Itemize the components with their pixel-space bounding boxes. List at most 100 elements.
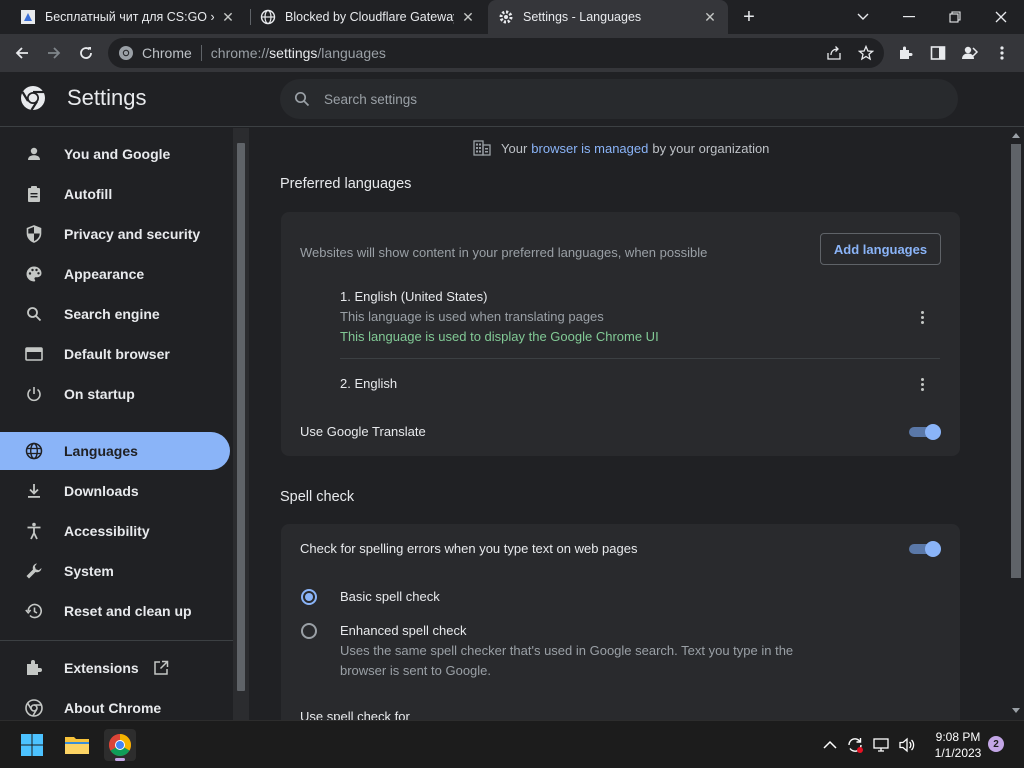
bookmark-button[interactable] bbox=[852, 39, 880, 67]
scroll-up-icon[interactable] bbox=[1008, 128, 1024, 142]
more-actions-button[interactable] bbox=[912, 307, 932, 327]
settings-sidebar: You and Google Autofill Privacy and secu… bbox=[0, 128, 233, 720]
windows-taskbar: 9:08 PM 1/1/2023 bbox=[0, 720, 1024, 768]
sidebar-item-label: You and Google bbox=[64, 146, 171, 162]
tab-title: Blocked by Cloudflare Gateway bbox=[285, 10, 454, 24]
star-icon bbox=[858, 45, 874, 61]
sidebar-item-about[interactable]: About Chrome bbox=[0, 689, 230, 720]
clipboard-icon bbox=[24, 184, 44, 204]
sidebar-item-label: Privacy and security bbox=[64, 226, 201, 242]
share-button[interactable] bbox=[820, 39, 848, 67]
enhanced-spell-check-radio[interactable] bbox=[301, 623, 317, 639]
url-path: /languages bbox=[317, 45, 386, 61]
notification-badge[interactable]: 2 bbox=[988, 736, 1004, 752]
tab-title: Бесплатный чит для CS:GO » AU bbox=[45, 10, 214, 24]
search-input[interactable] bbox=[324, 91, 884, 107]
spell-check-toggle[interactable] bbox=[909, 541, 941, 557]
close-icon[interactable]: ✕ bbox=[702, 9, 718, 25]
tab-settings-languages[interactable]: Settings - Languages ✕ bbox=[488, 0, 728, 34]
close-icon[interactable]: ✕ bbox=[460, 9, 476, 25]
sidebar-item-label: Reset and clean up bbox=[64, 603, 192, 619]
reload-button[interactable] bbox=[72, 39, 100, 67]
sidebar-item-you-and-google[interactable]: You and Google bbox=[0, 135, 230, 173]
sidebar-scrollbar-thumb[interactable] bbox=[237, 143, 245, 691]
add-languages-button[interactable]: Add languages bbox=[820, 233, 941, 265]
sidebar-item-label: About Chrome bbox=[64, 700, 162, 716]
basic-spell-check-label: Basic spell check bbox=[340, 589, 440, 604]
minimize-button[interactable] bbox=[886, 0, 932, 34]
sidebar-item-label: Search engine bbox=[64, 306, 160, 322]
spell-check-card: Check for spelling errors when you type … bbox=[281, 524, 960, 720]
clock-time: 9:08 PM bbox=[935, 730, 981, 744]
main-scrollbar-thumb[interactable] bbox=[1011, 144, 1021, 578]
close-icon[interactable]: ✕ bbox=[220, 9, 236, 25]
tray-overflow-button[interactable] bbox=[820, 729, 840, 761]
share-icon bbox=[827, 46, 841, 60]
tab-cheat-site[interactable]: Бесплатный чит для CS:GO » AU ✕ bbox=[10, 0, 246, 34]
sidebar-item-default-browser[interactable]: Default browser bbox=[0, 335, 230, 373]
windows-start-button[interactable] bbox=[16, 729, 48, 761]
language-name: 2. English bbox=[340, 376, 398, 391]
settings-header: Settings bbox=[0, 72, 1024, 127]
reload-icon bbox=[80, 47, 92, 59]
page-title: Settings bbox=[67, 85, 147, 110]
clock-date: 1/1/2023 bbox=[934, 746, 982, 760]
chrome-icon bbox=[119, 46, 133, 60]
managed-link[interactable]: browser is managed bbox=[531, 141, 648, 156]
browser-toolbar: Chrome chrome://settings/languages bbox=[0, 34, 1024, 72]
profile-button[interactable] bbox=[956, 39, 984, 67]
basic-spell-check-radio[interactable] bbox=[301, 589, 317, 605]
tab-cloudflare[interactable]: Blocked by Cloudflare Gateway ✕ bbox=[250, 0, 486, 34]
sidebar-item-accessibility[interactable]: Accessibility bbox=[0, 512, 230, 550]
sidebar-item-appearance[interactable]: Appearance bbox=[0, 255, 230, 293]
google-translate-label: Use Google Translate bbox=[300, 424, 426, 439]
profile-icon bbox=[962, 46, 979, 59]
menu-button[interactable] bbox=[988, 39, 1016, 67]
sidebar-item-search-engine[interactable]: Search engine bbox=[0, 295, 230, 333]
sidebar-item-label: On startup bbox=[64, 386, 135, 402]
wrench-icon bbox=[24, 561, 44, 581]
new-tab-button[interactable]: + bbox=[738, 6, 760, 28]
volume-tray-button[interactable] bbox=[896, 729, 918, 761]
restore-button[interactable] bbox=[932, 0, 978, 34]
minimize-icon bbox=[903, 16, 915, 18]
close-window-button[interactable] bbox=[978, 0, 1024, 34]
power-icon bbox=[24, 384, 44, 404]
sidebar-item-extensions[interactable]: Extensions bbox=[0, 649, 230, 687]
sync-tray-button[interactable] bbox=[844, 729, 866, 761]
more-actions-button[interactable] bbox=[912, 374, 932, 394]
back-button[interactable] bbox=[8, 39, 36, 67]
download-icon bbox=[24, 481, 44, 501]
search-icon bbox=[294, 91, 310, 107]
kebab-menu-icon bbox=[1000, 46, 1004, 60]
settings-search[interactable] bbox=[280, 79, 958, 119]
address-bar[interactable]: Chrome chrome://settings/languages bbox=[108, 38, 884, 68]
forward-button[interactable] bbox=[40, 39, 68, 67]
sidebar-item-autofill[interactable]: Autofill bbox=[0, 175, 230, 213]
preferred-languages-card: Websites will show content in your prefe… bbox=[281, 212, 960, 456]
language-ui-note: This language is used to display the Goo… bbox=[340, 329, 659, 344]
network-tray-button[interactable] bbox=[870, 729, 892, 761]
sidebar-item-languages[interactable]: Languages bbox=[0, 432, 230, 470]
speaker-icon bbox=[899, 737, 915, 753]
active-app-indicator bbox=[115, 758, 125, 761]
scroll-down-icon[interactable] bbox=[1008, 704, 1024, 718]
preferred-languages-heading: Preferred languages bbox=[280, 176, 412, 192]
sidebar-item-downloads[interactable]: Downloads bbox=[0, 472, 230, 510]
extensions-button[interactable] bbox=[892, 39, 920, 67]
chrome-taskbar-button[interactable] bbox=[104, 729, 136, 761]
sidebar-item-on-startup[interactable]: On startup bbox=[0, 375, 230, 413]
history-icon bbox=[24, 601, 44, 621]
google-translate-toggle[interactable] bbox=[909, 424, 941, 440]
taskbar-clock[interactable]: 9:08 PM 1/1/2023 bbox=[928, 729, 988, 761]
file-explorer-button[interactable] bbox=[61, 729, 93, 761]
chevron-up-icon bbox=[823, 740, 837, 749]
sidebar-item-system[interactable]: System bbox=[0, 552, 230, 590]
sidebar-item-privacy[interactable]: Privacy and security bbox=[0, 215, 230, 253]
use-spell-check-for-label: Use spell check for bbox=[300, 709, 410, 720]
sidebar-item-reset[interactable]: Reset and clean up bbox=[0, 592, 230, 630]
sidebar-item-label: Appearance bbox=[64, 266, 145, 282]
sidebar-item-label: Downloads bbox=[64, 483, 139, 499]
side-panel-button[interactable] bbox=[924, 39, 952, 67]
tab-search-button[interactable] bbox=[840, 0, 886, 34]
